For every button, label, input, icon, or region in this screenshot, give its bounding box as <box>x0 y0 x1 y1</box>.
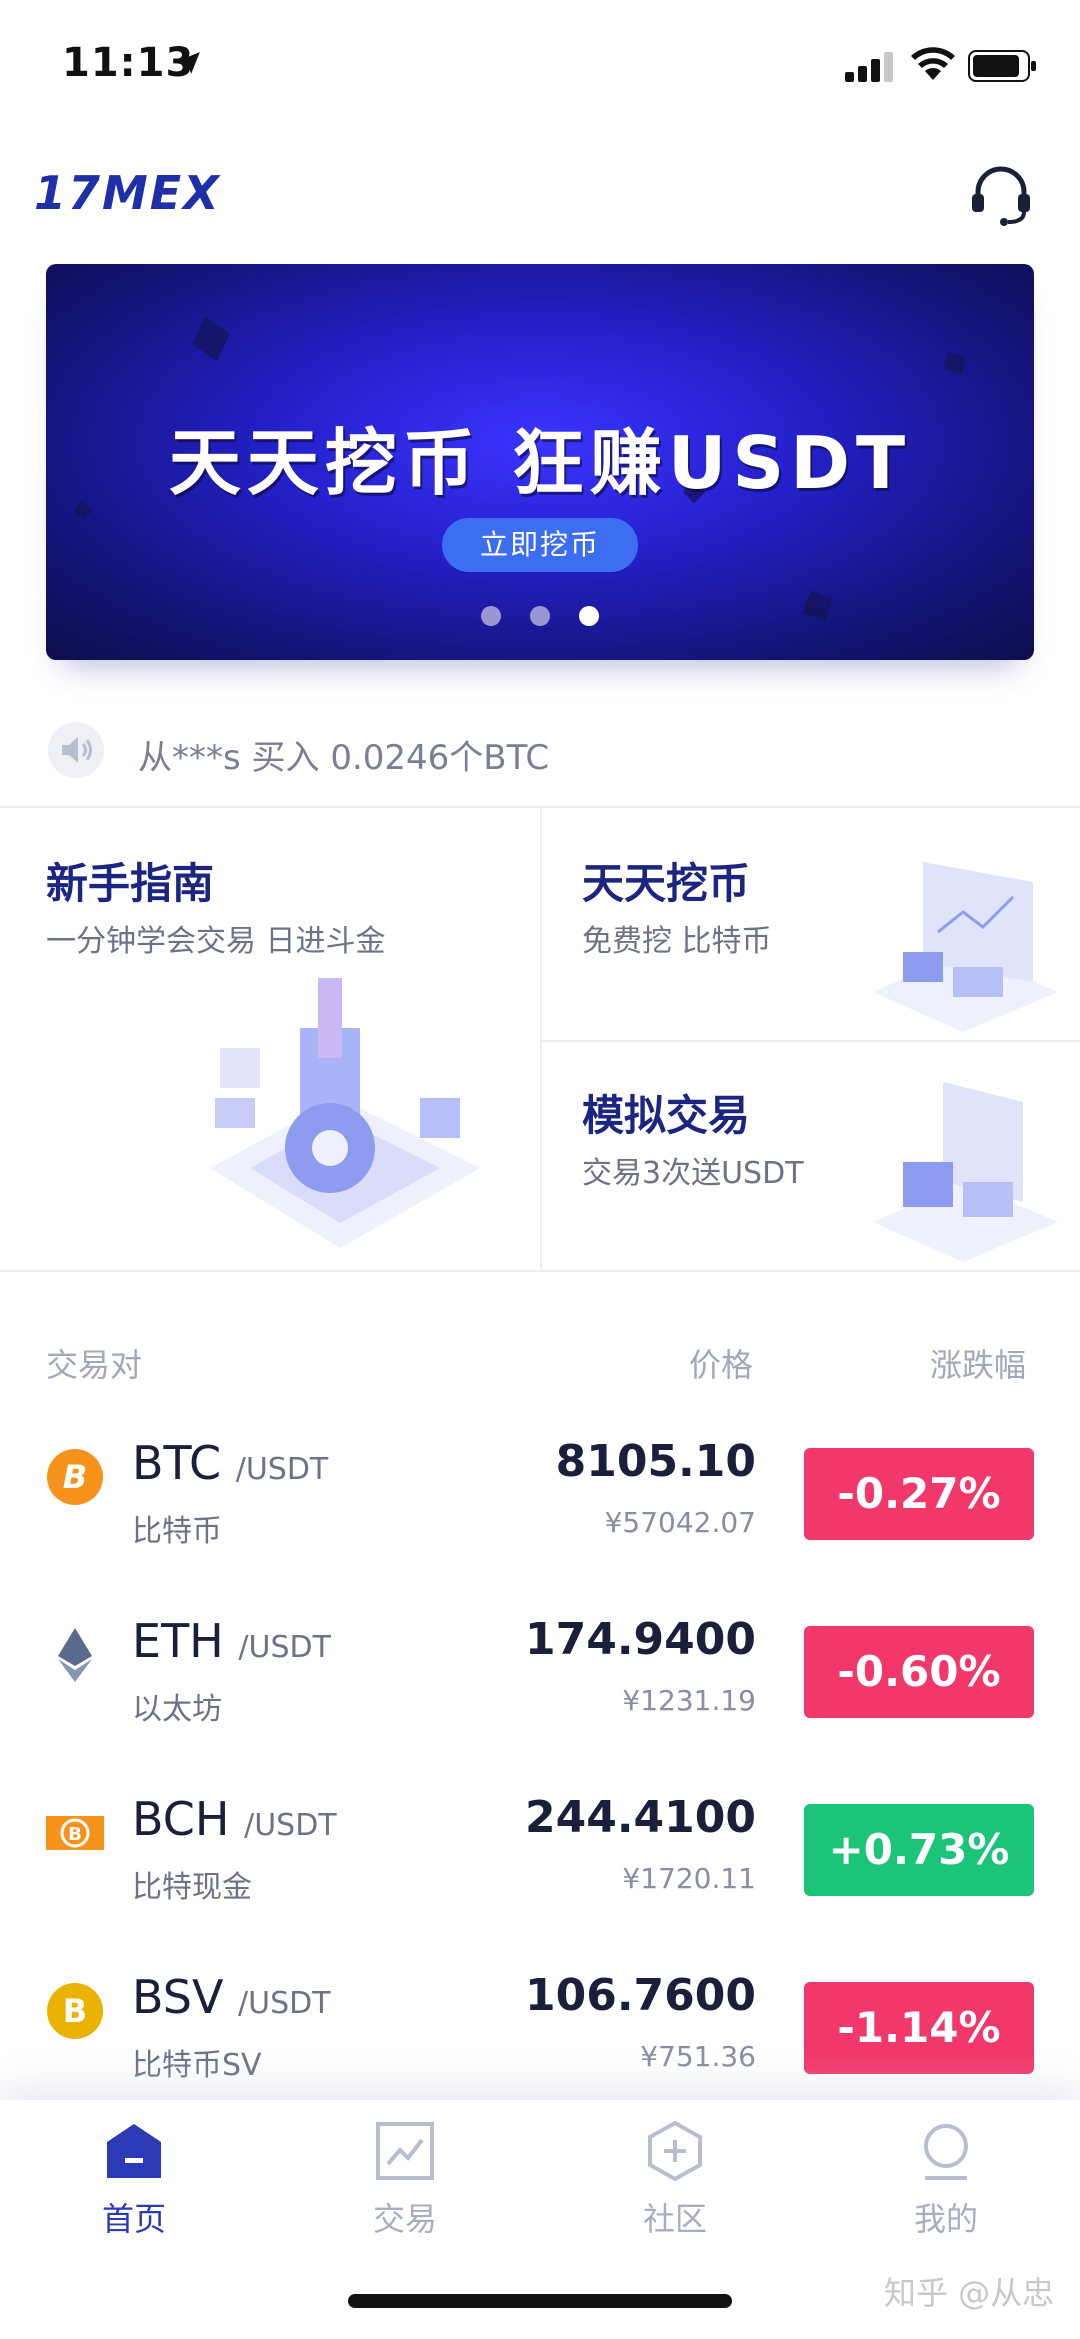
price-cny: ¥1231.19 <box>622 1684 756 1717</box>
location-arrow-icon <box>178 52 200 74</box>
app-logo: 17MEX <box>34 166 221 220</box>
watermark: 知乎 @从忠 <box>884 2274 1055 2312</box>
start-mining-button[interactable]: 立即挖币 <box>442 518 638 572</box>
pair-symbol: BTC /USDT <box>132 1436 328 1490</box>
market-row-eth[interactable]: ETH /USDT 以太坊 174.9400 ¥1231.19 -0.60% <box>0 1598 1080 1776</box>
card-beginner-guide[interactable]: 新手指南 一分钟学会交易 日进斗金 <box>0 808 540 1272</box>
mining-machine-illustration-icon <box>210 978 480 1248</box>
column-header-price[interactable]: 价格 <box>689 1340 753 1386</box>
promo-banner[interactable]: 天天挖币 狂赚USDT 立即挖币 <box>46 264 1034 660</box>
change-badge[interactable]: -1.14% <box>804 1982 1034 2074</box>
status-time: 11:13 <box>62 40 195 86</box>
svg-text:B: B <box>68 1824 82 1845</box>
coin-symbol: BSV <box>132 1970 224 2024</box>
trading-illustration-icon <box>873 1082 1058 1262</box>
trade-ticker[interactable]: 从***s 买入 0.0246个BTC <box>0 710 1080 790</box>
card-subtitle: 一分钟学会交易 日进斗金 <box>46 924 386 959</box>
tab-home[interactable]: 首页 <box>34 2120 234 2250</box>
card-title: 模拟交易 <box>582 1091 751 1140</box>
hexagon-plus-icon <box>648 2120 702 2182</box>
home-indicator[interactable] <box>348 2294 732 2308</box>
change-badge[interactable]: +0.73% <box>804 1804 1034 1896</box>
signal-icon <box>845 52 893 82</box>
quote-currency: /USDT <box>235 1452 329 1487</box>
eth-coin-icon <box>58 1628 92 1682</box>
tab-label: 社区 <box>642 2200 707 2238</box>
card-subtitle: 交易3次送USDT <box>582 1156 804 1191</box>
tab-label: 首页 <box>101 2200 166 2238</box>
quote-currency: /USDT <box>238 1630 331 1665</box>
price-cny: ¥751.36 <box>640 2040 756 2073</box>
svg-text:B: B <box>63 1992 87 2030</box>
card-subtitle: 免费挖 比特币 <box>582 924 772 959</box>
coin-symbol: ETH <box>132 1614 224 1668</box>
pair-symbol: BCH /USDT <box>132 1792 337 1846</box>
card-title: 天天挖币 <box>582 859 751 908</box>
svg-text:B: B <box>63 1458 87 1496</box>
tab-profile[interactable]: 我的 <box>846 2120 1046 2250</box>
carousel-dot[interactable] <box>530 606 550 626</box>
last-price: 8105.10 <box>555 1436 756 1487</box>
card-daily-mining[interactable]: 天天挖币 免费挖 比特币 <box>542 808 1080 1040</box>
change-badge[interactable]: -0.27% <box>804 1448 1034 1540</box>
coin-name: 以太坊 <box>132 1692 222 1727</box>
tab-label: 我的 <box>913 2200 978 2238</box>
market-row-bch[interactable]: B BCH /USDT 比特现金 244.4100 ¥1720.11 +0.73… <box>0 1776 1080 1954</box>
bch-coin-icon: B <box>46 1816 104 1850</box>
speaker-icon <box>48 722 104 778</box>
bsv-coin-icon: B <box>47 1983 103 2039</box>
coin-symbol: BCH <box>132 1792 230 1846</box>
coin-name: 比特币SV <box>132 2048 262 2083</box>
battery-icon <box>968 50 1036 82</box>
coin-name: 比特现金 <box>132 1870 252 1905</box>
ticker-text: 从***s 买入 0.0246个BTC <box>138 738 550 778</box>
wifi-icon <box>911 47 955 80</box>
quote-currency: /USDT <box>238 1986 331 2021</box>
last-price: 244.4100 <box>524 1792 756 1843</box>
card-demo-trading[interactable]: 模拟交易 交易3次送USDT <box>542 1042 1080 1272</box>
banner-title: 天天挖币 狂赚USDT <box>168 421 912 505</box>
mining-dashboard-illustration-icon <box>873 862 1058 1032</box>
carousel-dot-active[interactable] <box>579 606 600 626</box>
customer-service-headset-icon[interactable] <box>968 162 1034 228</box>
price-cny: ¥1720.11 <box>622 1862 756 1895</box>
carousel-dot[interactable] <box>480 606 501 626</box>
pair-symbol: ETH /USDT <box>132 1614 331 1668</box>
market-row-btc[interactable]: B BTC /USDT 比特币 8105.10 ¥57042.07 -0.27% <box>0 1420 1080 1598</box>
btc-coin-icon: B <box>47 1449 103 1505</box>
carousel-indicator <box>46 606 1034 630</box>
card-title: 新手指南 <box>46 859 215 908</box>
status-bar: 11:13 <box>0 0 1080 130</box>
last-price: 174.9400 <box>524 1614 756 1665</box>
banner-decoration <box>192 316 230 362</box>
last-price: 106.7600 <box>524 1970 756 2021</box>
home-icon <box>107 2124 161 2178</box>
tab-label: 交易 <box>372 2200 437 2238</box>
chart-icon <box>376 2122 434 2180</box>
feature-grid: 新手指南 一分钟学会交易 日进斗金 天天挖币 免费挖 比特币 模拟交易 交易3次… <box>0 806 1080 1272</box>
coin-name: 比特币 <box>132 1514 222 1549</box>
tab-community[interactable]: 社区 <box>575 2120 775 2250</box>
column-header-change[interactable]: 涨跌幅 <box>930 1340 1026 1386</box>
banner-decoration <box>943 351 967 375</box>
price-cny: ¥57042.07 <box>604 1506 756 1539</box>
column-header-pair: 交易对 <box>46 1346 143 1384</box>
user-icon <box>924 2124 968 2180</box>
tab-trade[interactable]: 交易 <box>305 2120 505 2250</box>
coin-symbol: BTC <box>132 1436 222 1490</box>
quote-currency: /USDT <box>244 1808 337 1843</box>
change-badge[interactable]: -0.60% <box>804 1626 1034 1718</box>
pair-symbol: BSV /USDT <box>132 1970 331 2024</box>
